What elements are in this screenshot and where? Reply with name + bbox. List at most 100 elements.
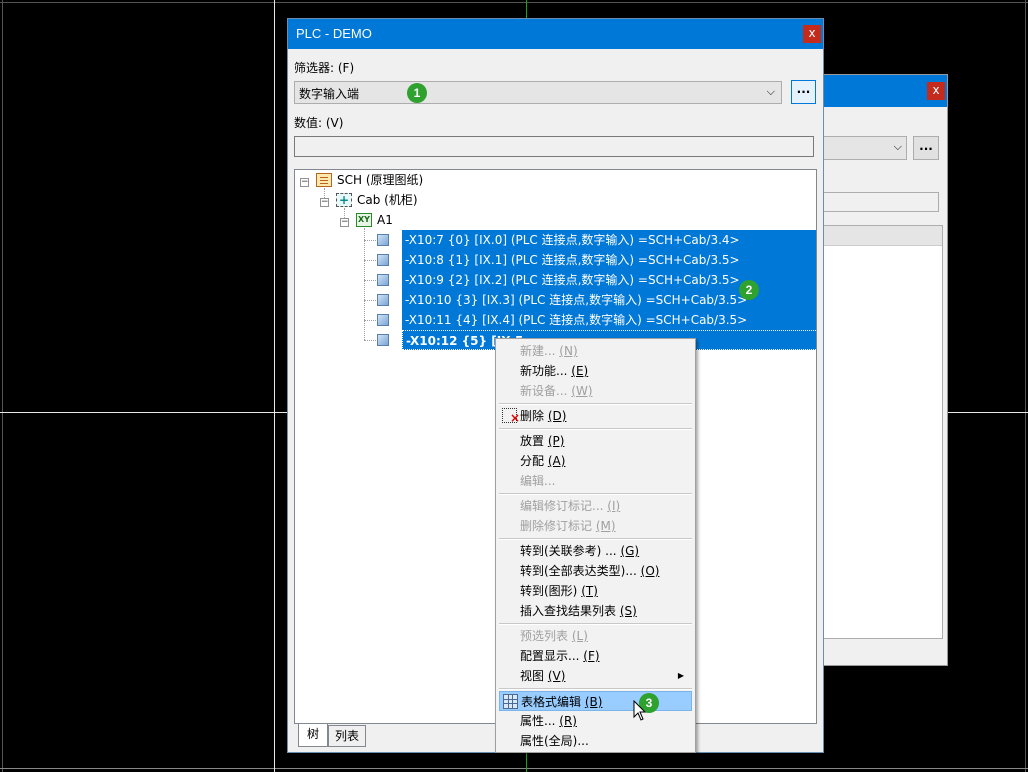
menu-item-label: 转到(全部表达类型)... xyxy=(520,564,637,578)
plc-connection-icon xyxy=(377,314,389,326)
plc-connection-icon xyxy=(377,294,389,306)
menu-item-delete-revision-mark[interactable]: 删除修订标记 (M) xyxy=(499,516,692,536)
menu-item-view[interactable]: 视图 (V) ▶ xyxy=(499,666,692,686)
menu-item-goto-reference[interactable]: 转到(关联参考) ... (G) xyxy=(499,541,692,561)
filter-select[interactable]: 数字输入端 ⌵ xyxy=(294,81,782,104)
cabinet-icon: + xyxy=(336,193,352,207)
menu-item-label: 表格式编辑 xyxy=(521,695,582,709)
menu-item-shortcut: (T) xyxy=(581,584,598,598)
step-badge-2: 2 xyxy=(739,280,759,300)
location-xy-icon: XY xyxy=(356,213,372,227)
menu-item-label: 预选列表 xyxy=(520,629,569,643)
tree-line xyxy=(364,240,376,241)
menu-item-shortcut: (I) xyxy=(607,499,621,513)
chevron-down-icon: ⌵ xyxy=(893,140,902,153)
menu-item-shortcut: (E) xyxy=(571,364,589,378)
menu-separator xyxy=(499,428,692,430)
menu-separator xyxy=(499,403,692,405)
tree-line xyxy=(364,300,376,301)
menu-item-goto-all-representations[interactable]: 转到(全部表达类型)... (O) xyxy=(499,561,692,581)
close-button[interactable]: x xyxy=(803,25,821,43)
menu-item-label: 属性(全局)... xyxy=(520,734,589,748)
menu-item-new[interactable]: 新建... (N) xyxy=(499,341,692,361)
collapse-icon[interactable]: − xyxy=(320,198,329,207)
menu-item-tabular-edit[interactable]: 表格式编辑 (B) xyxy=(499,691,692,711)
background-close-button[interactable]: x xyxy=(927,82,945,100)
menu-item-new-function[interactable]: 新功能... (E) xyxy=(499,361,692,381)
tree-item-plc[interactable]: -X10:8 {1} [IX.1] (PLC 连接点,数字输入) =SCH+Ca… xyxy=(402,250,816,270)
dialog-titlebar: PLC - DEMO x xyxy=(288,19,823,49)
filter-more-button[interactable]: ... xyxy=(791,80,816,104)
guide-line-vertical xyxy=(274,0,275,772)
menu-item-label: 放置 xyxy=(520,434,545,448)
menu-item-edit-revision-mark[interactable]: 编辑修订标记... (I) xyxy=(499,496,692,516)
collapse-icon[interactable]: − xyxy=(340,218,349,227)
menu-item-new-device[interactable]: 新设备... (W) xyxy=(499,381,692,401)
mouse-pointer-icon xyxy=(633,700,647,721)
dialog-title: PLC - DEMO xyxy=(296,26,372,41)
tree-line xyxy=(364,260,376,261)
chevron-down-icon: ⌵ xyxy=(766,85,775,98)
menu-item-shortcut: (N) xyxy=(559,344,578,358)
menu-item-properties[interactable]: 属性... (R) xyxy=(499,711,692,731)
tree-line xyxy=(364,280,376,281)
value-label: 数值: (V) xyxy=(294,116,344,130)
collapse-icon[interactable]: − xyxy=(300,178,309,187)
menu-item-label: 新建... xyxy=(520,344,556,358)
tab-list[interactable]: 列表 xyxy=(328,725,366,747)
menu-item-assign[interactable]: 分配 (A) xyxy=(499,451,692,471)
tree-node-location[interactable]: A1 xyxy=(377,211,393,229)
step-badge-1: 1 xyxy=(407,83,427,103)
menu-item-label: 新设备... xyxy=(520,384,568,398)
table-icon xyxy=(503,694,518,709)
menu-item-properties-global[interactable]: 属性(全局)... xyxy=(499,731,692,751)
context-menu: 新建... (N) 新功能... (E) 新设备... (W) 删除 (D) 放… xyxy=(495,338,696,753)
menu-item-label: 转到(关联参考) ... xyxy=(520,544,617,558)
menu-item-goto-graphic[interactable]: 转到(图形) (T) xyxy=(499,581,692,601)
menu-item-edit[interactable]: 编辑... xyxy=(499,471,692,491)
menu-item-preselection-list[interactable]: 预选列表 (L) xyxy=(499,626,692,646)
plc-connection-icon xyxy=(377,334,389,346)
menu-item-shortcut: (D) xyxy=(547,409,567,423)
menu-item-configure-display[interactable]: 配置显示... (F) xyxy=(499,646,692,666)
tree-line xyxy=(364,228,365,340)
menu-item-shortcut: (R) xyxy=(559,714,577,728)
menu-item-insert-search-results[interactable]: 插入查找结果列表 (S) xyxy=(499,601,692,621)
menu-item-shortcut: (O) xyxy=(640,564,660,578)
plc-connection-icon xyxy=(377,274,389,286)
menu-separator xyxy=(499,688,692,690)
screen-border-right xyxy=(1025,0,1026,772)
screen-border-top xyxy=(0,2,1028,3)
background-more-button[interactable]: ... xyxy=(913,136,939,160)
tab-tree[interactable]: 树 xyxy=(298,724,328,747)
menu-item-label: 编辑... xyxy=(520,474,556,488)
menu-item-label: 视图 xyxy=(520,669,545,683)
menu-item-place[interactable]: 放置 (P) xyxy=(499,431,692,451)
menu-separator xyxy=(499,538,692,540)
menu-item-label: 转到(图形) xyxy=(520,584,578,598)
schematic-icon xyxy=(316,173,332,187)
menu-item-shortcut: (S) xyxy=(619,604,637,618)
menu-item-label: 删除 xyxy=(520,409,545,423)
menu-item-shortcut: (B) xyxy=(584,695,603,709)
tree-node-root[interactable]: SCH (原理图纸) xyxy=(337,171,423,189)
tree-item-plc[interactable]: -X10:11 {4} [IX.4] (PLC 连接点,数字输入) =SCH+C… xyxy=(402,310,816,330)
tree-line xyxy=(364,340,376,341)
tree-node-cabinet[interactable]: Cab (机柜) xyxy=(357,191,418,209)
menu-separator xyxy=(499,623,692,625)
delete-icon xyxy=(502,408,520,428)
menu-item-delete[interactable]: 删除 (D) xyxy=(499,406,692,428)
screen-border-bottom xyxy=(0,768,1028,769)
filter-select-value: 数字输入端 xyxy=(299,87,360,101)
menu-item-shortcut: (L) xyxy=(571,629,588,643)
menu-item-label: 插入查找结果列表 xyxy=(520,604,617,618)
tree-item-plc[interactable]: -X10:7 {0} [IX.0] (PLC 连接点,数字输入) =SCH+Ca… xyxy=(402,230,816,250)
menu-item-shortcut: (G) xyxy=(620,544,640,558)
menu-item-label: 配置显示... xyxy=(520,649,580,663)
value-input[interactable] xyxy=(294,136,814,157)
menu-item-label: 属性... xyxy=(520,714,556,728)
menu-item-shortcut: (P) xyxy=(547,434,565,448)
menu-item-shortcut: (F) xyxy=(583,649,600,663)
menu-item-label: 分配 xyxy=(520,454,545,468)
menu-item-label: 删除修订标记 xyxy=(520,519,593,533)
